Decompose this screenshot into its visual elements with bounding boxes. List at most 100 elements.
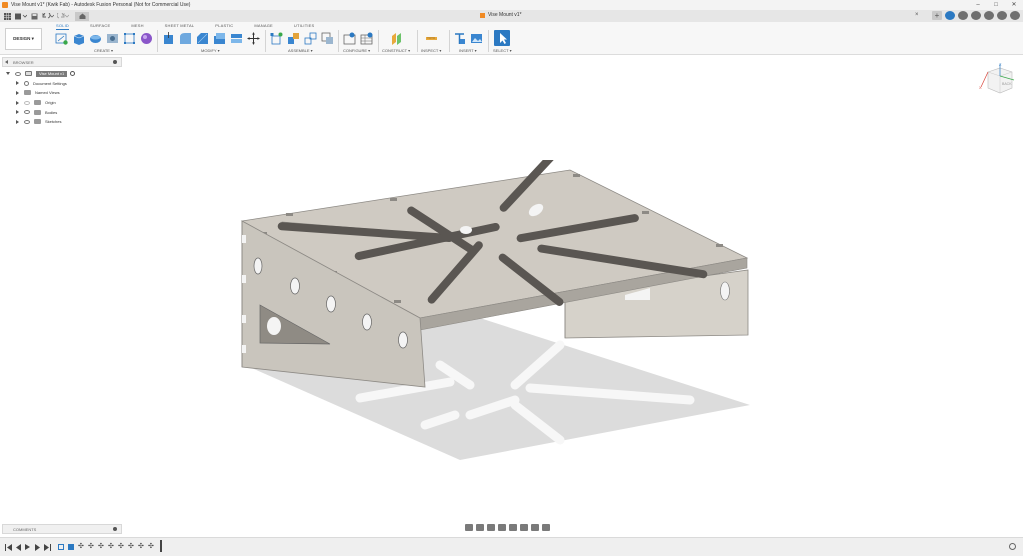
timeline-move-feature[interactable]: ✣ (118, 543, 124, 550)
expand-toggle-icon[interactable] (16, 100, 19, 105)
step-forward-icon[interactable] (34, 544, 41, 551)
online-status-icon[interactable] (958, 11, 968, 20)
configure-rule-icon[interactable] (360, 32, 373, 45)
step-back-icon[interactable] (15, 544, 22, 551)
construct-menu[interactable]: CONSTRUCT ▾ (382, 48, 410, 53)
combine-icon[interactable] (230, 32, 243, 45)
viewports-icon[interactable] (542, 524, 550, 531)
grid-snaps-icon[interactable] (531, 524, 539, 531)
insert-image-icon[interactable] (470, 32, 483, 45)
extensions-icon[interactable] (945, 11, 955, 20)
select-icon[interactable] (494, 30, 510, 46)
measure-icon[interactable] (425, 32, 438, 45)
move-copy-icon[interactable] (247, 32, 260, 45)
viewcube[interactable]: Z X BACK (978, 60, 1018, 100)
save-icon[interactable] (30, 12, 39, 21)
app-grid-icon[interactable] (3, 12, 12, 21)
visibility-eye-icon[interactable] (24, 119, 30, 124)
timeline-move-feature[interactable]: ✣ (108, 543, 114, 550)
tab-sheet-metal[interactable]: SHEET METAL (165, 23, 195, 30)
rectangular-pattern-icon[interactable] (123, 32, 136, 45)
timeline-move-feature[interactable]: ✣ (128, 543, 134, 550)
hole-icon[interactable] (106, 32, 119, 45)
expand-toggle-icon[interactable] (16, 81, 19, 86)
visibility-eye-icon[interactable] (24, 100, 30, 105)
help-icon[interactable] (997, 11, 1007, 20)
configure-menu[interactable]: CONFIGURE ▾ (343, 48, 370, 53)
fit-icon[interactable] (509, 524, 517, 531)
user-avatar-icon[interactable] (1010, 11, 1020, 20)
joint-icon[interactable] (287, 32, 300, 45)
chamfer-icon[interactable] (196, 32, 209, 45)
look-at-icon[interactable] (476, 524, 484, 531)
tab-solid[interactable]: SOLID (56, 23, 70, 30)
go-to-end-icon[interactable] (44, 544, 51, 551)
new-tab-icon[interactable]: + (932, 11, 942, 20)
job-status-icon[interactable] (971, 11, 981, 20)
undo-icon[interactable] (42, 12, 54, 21)
as-built-joint-icon[interactable] (304, 32, 317, 45)
create-sketch-icon[interactable] (55, 32, 68, 45)
comments-panel-header[interactable]: COMMENTS (2, 524, 122, 534)
timeline-move-feature[interactable]: ✣ (78, 543, 84, 550)
workspace-switcher[interactable]: DESIGN ▾ (5, 28, 42, 50)
inspect-menu[interactable]: INSPECT ▾ (421, 48, 441, 53)
redo-icon[interactable] (57, 12, 69, 21)
timeline-move-feature[interactable]: ✣ (98, 543, 104, 550)
display-settings-icon[interactable] (520, 524, 528, 531)
expand-toggle-icon[interactable] (16, 110, 19, 115)
browser-item-document-settings[interactable]: Document Settings (16, 79, 75, 89)
fillet-icon[interactable] (179, 32, 192, 45)
configure-table-icon[interactable] (343, 32, 356, 45)
zoom-icon[interactable] (498, 524, 506, 531)
pan-icon[interactable] (487, 524, 495, 531)
timeline-move-feature[interactable]: ✣ (138, 543, 144, 550)
browser-item-sketches[interactable]: Sketches (16, 117, 75, 127)
form-icon[interactable] (140, 32, 153, 45)
collapse-browser-icon[interactable] (5, 60, 8, 64)
browser-item-origin[interactable]: Origin (16, 98, 75, 108)
file-menu-icon[interactable] (15, 12, 27, 21)
insert-menu[interactable]: INSERT ▾ (459, 48, 477, 53)
browser-pin-icon[interactable] (113, 60, 117, 64)
revolve-icon[interactable] (89, 32, 102, 45)
extrude-icon[interactable] (72, 32, 85, 45)
expand-toggle-icon[interactable] (6, 72, 10, 76)
timeline-move-feature[interactable]: ✣ (148, 543, 154, 550)
play-icon[interactable] (25, 544, 30, 550)
press-pull-icon[interactable] (162, 32, 175, 45)
shell-icon[interactable] (213, 32, 226, 45)
insert-derive-icon[interactable] (453, 32, 466, 45)
activate-component-icon[interactable] (70, 71, 76, 77)
model-viewport[interactable] (230, 151, 770, 460)
browser-panel-header[interactable]: BROWSER (2, 57, 122, 67)
timeline-settings-gear-icon[interactable] (1009, 543, 1016, 550)
timeline-extrude-feature[interactable] (68, 544, 74, 550)
timeline-sketch-feature[interactable] (58, 544, 64, 550)
new-component-icon[interactable] (270, 32, 283, 45)
timeline-marker[interactable] (160, 540, 162, 552)
orbit-icon[interactable] (465, 524, 473, 531)
tab-utilities[interactable]: UTILITIES (294, 23, 314, 30)
offset-plane-icon[interactable] (390, 32, 403, 45)
select-menu[interactable]: SELECT ▾ (493, 48, 512, 53)
expand-toggle-icon[interactable] (16, 90, 19, 95)
go-to-start-icon[interactable] (5, 544, 12, 551)
modify-menu[interactable]: MODIFY ▾ (201, 48, 220, 53)
visibility-eye-icon[interactable] (15, 71, 21, 76)
browser-item-bodies[interactable]: Bodies (16, 107, 75, 117)
browser-root-node[interactable]: Vise Mount v1 (6, 69, 76, 79)
assemble-menu[interactable]: ASSEMBLE ▾ (288, 48, 313, 53)
create-menu[interactable]: CREATE ▾ (94, 48, 113, 53)
document-tab[interactable]: Vise Mount v1* (480, 12, 522, 18)
close-window-button[interactable]: ✕ (1005, 0, 1023, 10)
visibility-eye-icon[interactable] (24, 110, 30, 115)
tab-plastic[interactable]: PLASTIC (215, 23, 233, 30)
home-tab-icon[interactable] (75, 11, 89, 21)
tab-manage[interactable]: MANAGE (254, 23, 273, 30)
expand-toggle-icon[interactable] (16, 119, 19, 124)
add-comment-icon[interactable] (113, 527, 117, 531)
joint-origin-icon[interactable] (321, 32, 334, 45)
maximize-button[interactable]: □ (987, 0, 1005, 10)
minimize-button[interactable]: – (969, 0, 987, 10)
